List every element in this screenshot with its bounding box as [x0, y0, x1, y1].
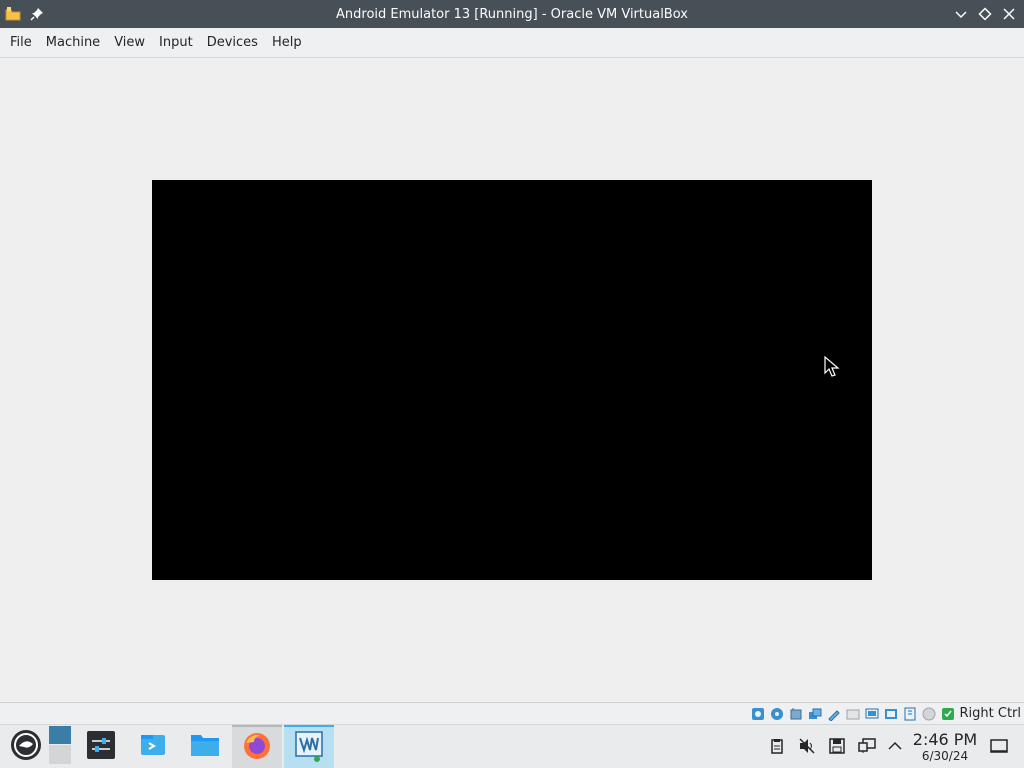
menu-devices[interactable]: Devices	[200, 31, 265, 55]
save-disk-icon[interactable]	[828, 737, 846, 755]
folder-icon	[190, 731, 220, 763]
cpu-icon[interactable]	[902, 706, 918, 722]
firefox-icon	[242, 731, 272, 765]
digital-clock[interactable]: 2:46 PM 6/30/24	[912, 730, 978, 764]
virtualbox[interactable]	[284, 725, 334, 768]
hard-disk-icon[interactable]	[750, 706, 766, 722]
window-title: Android Emulator 13 [Running] - Oracle V…	[336, 6, 688, 22]
minimize-chevron-icon[interactable]	[952, 5, 970, 23]
system-settings[interactable]	[80, 725, 122, 768]
show-hidden-chevron-icon[interactable]	[886, 737, 904, 755]
vm-guest-screen[interactable]	[152, 180, 872, 580]
clipboard-icon[interactable]	[768, 737, 786, 755]
menu-bar: File Machine View Input Devices Help	[0, 28, 1024, 58]
display-icon[interactable]	[864, 706, 880, 722]
usb-icon[interactable]	[826, 706, 842, 722]
application-launcher[interactable]	[4, 725, 48, 768]
terminal-arrow-icon	[139, 731, 167, 763]
maximize-diamond-icon[interactable]	[976, 5, 994, 23]
virtualbox-folder-icon[interactable]	[4, 5, 22, 23]
volume-muted-icon[interactable]	[798, 737, 816, 755]
dolphin[interactable]	[184, 725, 226, 768]
pin-icon[interactable]	[28, 5, 46, 23]
window-titlebar[interactable]: Android Emulator 13 [Running] - Oracle V…	[0, 0, 1024, 28]
network-icon[interactable]	[807, 706, 823, 722]
shared-folders-icon[interactable]	[845, 706, 861, 722]
mouse-integration-icon[interactable]	[921, 706, 937, 722]
vm-status-bar: Right Ctrl	[0, 702, 1024, 724]
opensuse-gecko-icon	[10, 729, 42, 765]
menu-input[interactable]: Input	[152, 31, 200, 55]
audio-icon[interactable]	[788, 706, 804, 722]
network-wired-icon[interactable]	[858, 737, 876, 755]
window-controls	[952, 5, 1024, 23]
clock-time: 2:46 PM	[912, 730, 978, 749]
clock-date: 6/30/24	[921, 749, 969, 763]
video-capture-icon[interactable]	[883, 706, 899, 722]
keyboard-icon[interactable]	[940, 706, 956, 722]
discover[interactable]	[132, 725, 174, 768]
taskbar: 2:46 PM 6/30/24	[0, 724, 1024, 768]
firefox[interactable]	[232, 725, 282, 768]
menu-view[interactable]: View	[107, 31, 152, 55]
titlebar-left	[0, 5, 60, 23]
menu-help[interactable]: Help	[265, 31, 309, 55]
virtual-desktop-pager-icon	[49, 726, 71, 768]
optical-drive-icon[interactable]	[769, 706, 785, 722]
settings-sliders-icon	[87, 731, 115, 763]
mouse-pointer-icon	[824, 355, 840, 378]
vm-display-area	[0, 59, 1024, 702]
close-x-icon[interactable]	[1000, 5, 1018, 23]
pager[interactable]	[48, 725, 72, 768]
menu-file[interactable]: File	[3, 31, 39, 55]
virtualbox-vm-icon	[294, 730, 324, 766]
host-key-label: Right Ctrl	[959, 706, 1022, 721]
menu-machine[interactable]: Machine	[39, 31, 107, 55]
show-desktop-icon[interactable]	[990, 737, 1008, 755]
